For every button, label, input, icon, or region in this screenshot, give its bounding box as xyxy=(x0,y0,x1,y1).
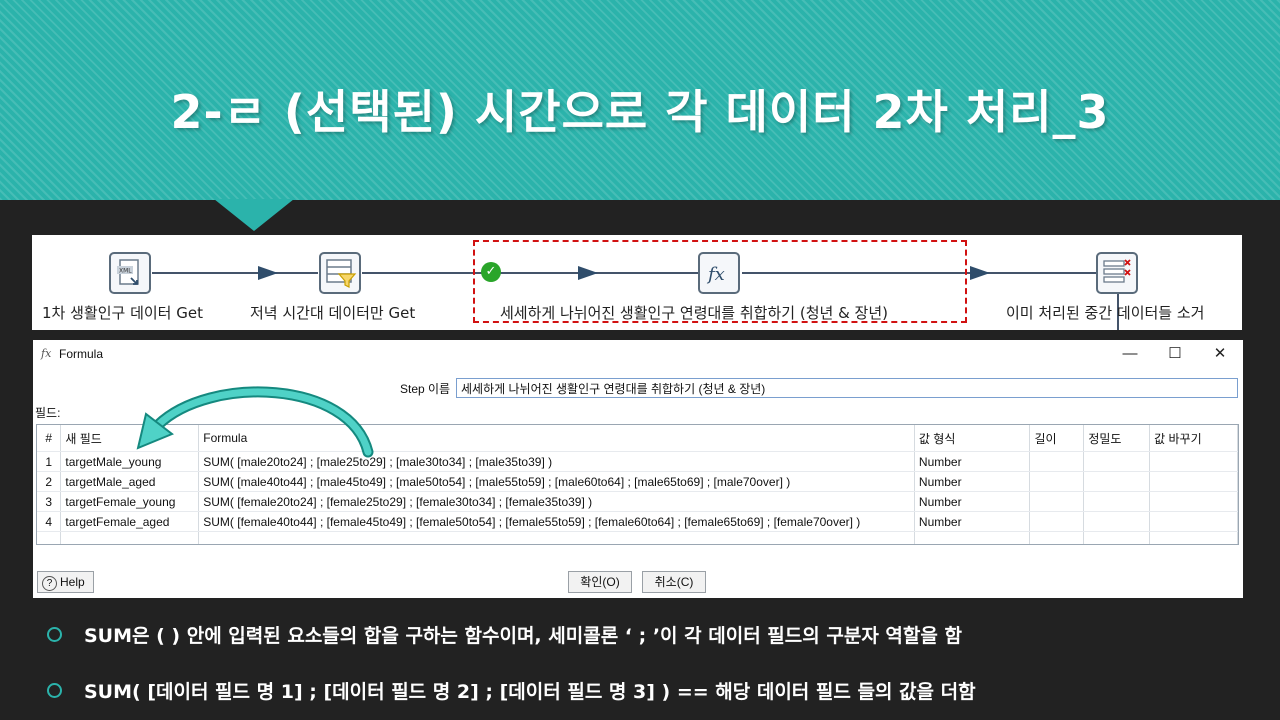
field-name-cell[interactable]: targetFemale_young xyxy=(60,491,200,512)
hop-arrow xyxy=(258,266,278,280)
cancel-button[interactable]: 취소(C) xyxy=(642,571,706,593)
bullet-circle-icon xyxy=(47,627,62,642)
column-header-length[interactable]: 길이 xyxy=(1029,425,1085,452)
banner-notch xyxy=(214,199,294,231)
length-cell[interactable] xyxy=(1029,471,1085,492)
bullet-item: SUM( [데이터 필드 명 1] ; [데이터 필드 명 2] ; [데이터 … xyxy=(47,677,976,704)
help-label: Help xyxy=(60,575,85,589)
help-icon: ? xyxy=(42,576,57,591)
table-row[interactable]: 2 targetMale_aged SUM( [male40to44] ; [m… xyxy=(37,471,1238,492)
formula-dialog: fx Formula — ☐ ✕ Step 이름 필드: # 새 필드 Form… xyxy=(33,340,1243,598)
formula-cell[interactable]: SUM( [male40to44] ; [male45to49] ; [male… xyxy=(198,471,915,492)
row-number: 4 xyxy=(37,511,62,532)
step-label: 저녁 시간대 데이터만 Get xyxy=(250,304,416,322)
maximize-button[interactable]: ☐ xyxy=(1160,343,1190,365)
replace-cell[interactable] xyxy=(1149,491,1238,512)
replace-cell[interactable] xyxy=(1149,451,1238,472)
length-cell[interactable] xyxy=(1029,511,1085,532)
precision-cell[interactable] xyxy=(1083,511,1151,532)
bullet-item: SUM은 ( ) 안에 입력된 요소들의 합을 구하는 함수이며, 세미콜론 ‘… xyxy=(47,621,962,648)
table-row[interactable]: 3 targetFemale_young SUM( [female20to24]… xyxy=(37,491,1238,512)
column-header-replace[interactable]: 값 바꾸기 xyxy=(1149,425,1238,452)
replace-cell[interactable] xyxy=(1149,511,1238,532)
step-name-label: Step 이름 xyxy=(400,382,451,396)
formula-icon: fx xyxy=(41,347,52,360)
highlight-box xyxy=(473,240,967,323)
formula-cell[interactable]: SUM( [female40to44] ; [female45to49] ; [… xyxy=(198,511,915,532)
precision-cell[interactable] xyxy=(1083,471,1151,492)
row-number: 3 xyxy=(37,491,62,512)
table-row-empty[interactable] xyxy=(37,531,1238,544)
help-button[interactable]: ? Help xyxy=(37,571,94,593)
hop-line xyxy=(152,272,318,274)
bullet-circle-icon xyxy=(47,683,62,698)
step-label: 이미 처리된 중간 데이터들 소거 xyxy=(1006,304,1205,322)
minimize-button[interactable]: — xyxy=(1115,343,1145,365)
hop-arrow xyxy=(970,266,990,280)
column-header-type[interactable]: 값 형식 xyxy=(914,425,1031,452)
precision-cell[interactable] xyxy=(1083,491,1151,512)
table-row[interactable]: 4 targetFemale_aged SUM( [female40to44] … xyxy=(37,511,1238,532)
fields-label: 필드: xyxy=(35,406,61,420)
xml-input-icon[interactable]: XML xyxy=(109,252,151,294)
formula-cell[interactable]: SUM( [female20to24] ; [female25to29] ; [… xyxy=(198,491,915,512)
close-button[interactable]: ✕ xyxy=(1205,343,1235,365)
step-name-input[interactable] xyxy=(456,378,1238,398)
type-cell[interactable]: Number xyxy=(914,451,1031,472)
step-label: 1차 생활인구 데이터 Get xyxy=(42,304,203,322)
filter-rows-icon[interactable] xyxy=(319,252,361,294)
field-name-cell[interactable]: targetMale_aged xyxy=(60,471,200,492)
type-cell[interactable]: Number xyxy=(914,471,1031,492)
bullet-text: SUM은 ( ) 안에 입력된 요소들의 합을 구하는 함수이며, 세미콜론 ‘… xyxy=(84,625,962,647)
slide-title: 2-ㄹ (선택된) 시간으로 각 데이터 2차 처리_3 xyxy=(170,85,1110,139)
replace-cell[interactable] xyxy=(1149,471,1238,492)
row-number: 1 xyxy=(37,451,62,472)
column-header-num[interactable]: # xyxy=(37,425,62,452)
field-name-cell[interactable]: targetFemale_aged xyxy=(60,511,200,532)
dialog-title: Formula xyxy=(59,347,104,361)
type-cell[interactable]: Number xyxy=(914,511,1031,532)
svg-text:XML: XML xyxy=(119,268,132,275)
type-cell[interactable]: Number xyxy=(914,491,1031,512)
bullet-text: SUM( [데이터 필드 명 1] ; [데이터 필드 명 2] ; [데이터 … xyxy=(84,681,976,703)
precision-cell[interactable] xyxy=(1083,451,1151,472)
select-values-icon[interactable] xyxy=(1096,252,1138,294)
length-cell[interactable] xyxy=(1029,451,1085,472)
length-cell[interactable] xyxy=(1029,491,1085,512)
curved-arrow-icon xyxy=(136,386,374,458)
ok-button[interactable]: 확인(O) xyxy=(568,571,632,593)
column-header-precision[interactable]: 정밀도 xyxy=(1083,425,1151,452)
row-number: 2 xyxy=(37,471,62,492)
